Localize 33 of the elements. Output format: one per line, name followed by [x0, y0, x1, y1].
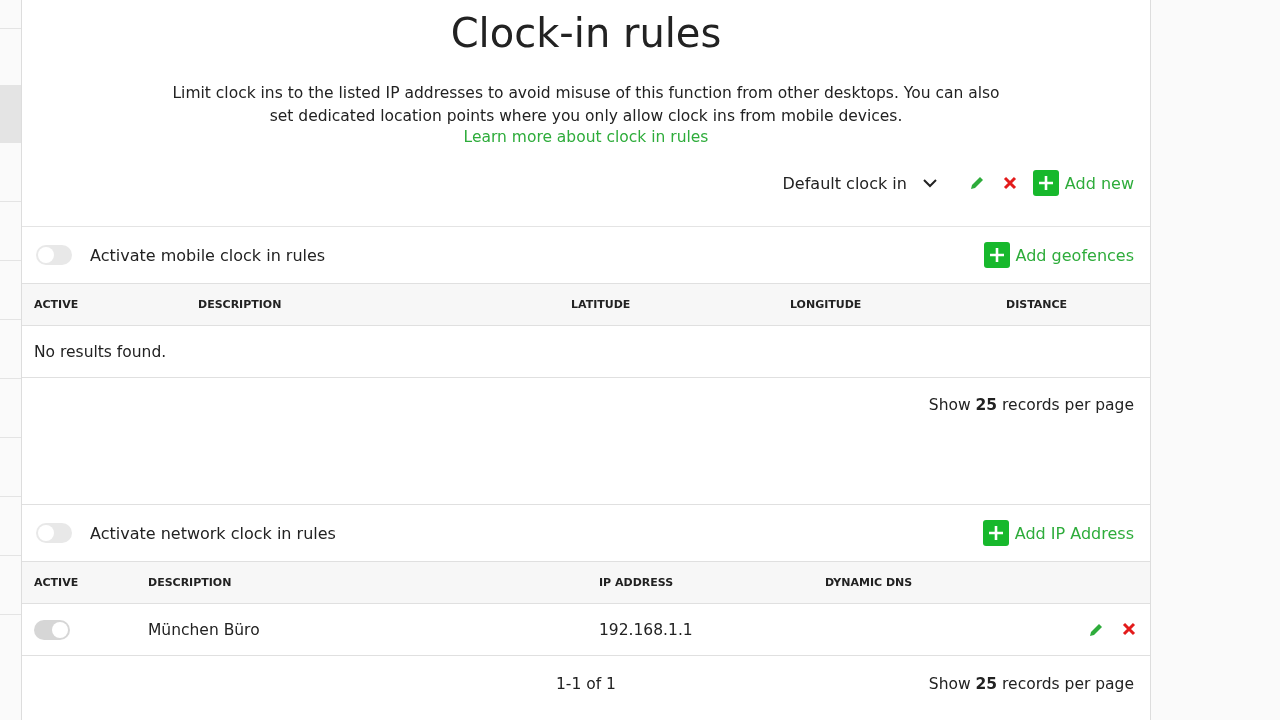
- column-header: IP ADDRESS: [599, 576, 675, 589]
- add-new-button[interactable]: Add new: [1032, 170, 1134, 196]
- column-header: DESCRIPTION: [148, 576, 233, 589]
- chevron-down-icon: [922, 178, 937, 188]
- column-header: DESCRIPTION: [198, 298, 283, 311]
- close-icon: [1002, 176, 1017, 190]
- column-header: LONGITUDE: [790, 298, 863, 311]
- toggle-label: Activate mobile clock in rules: [90, 245, 326, 265]
- profile-dropdown[interactable]: Default clock in: [776, 172, 943, 194]
- toggle-label: Activate network clock in rules: [90, 523, 336, 543]
- column-header: LATITUDE: [571, 298, 632, 311]
- column-header: DISTANCE: [1006, 298, 1069, 311]
- table-cell-text: 192.168.1.1: [599, 620, 694, 639]
- column-header: ACTIVE: [34, 298, 80, 311]
- row-toggle[interactable]: [34, 619, 70, 640]
- plus-icon: [983, 242, 1010, 268]
- plus-icon: [1032, 170, 1059, 196]
- pagination-info: 1-1 of 1: [556, 675, 616, 693]
- empty-message: No results found.: [34, 342, 168, 361]
- pencil-icon: [1088, 621, 1104, 638]
- column-header: DYNAMIC DNS: [825, 576, 914, 589]
- page-title: Clock-in rules: [449, 10, 723, 56]
- add-button[interactable]: Add IP Address: [982, 520, 1134, 546]
- records-per-page[interactable]: Show 25 records per page: [928, 396, 1134, 414]
- records-per-page[interactable]: Show 25 records per page: [928, 675, 1134, 693]
- learn-more-link[interactable]: Learn more about clock in rules: [22, 128, 1150, 146]
- add-button[interactable]: Add geofences: [983, 242, 1134, 268]
- plus-icon: [982, 520, 1009, 546]
- column-header: ACTIVE: [34, 576, 80, 589]
- table-cell-text: München Büro: [148, 620, 261, 639]
- intro-text: Limit clock ins to the listed IP addresses to avoid misuse of this function from other desktops. You can also set dedicated location points where you only allow clock ins from mobile devices.: [171, 83, 1001, 127]
- pencil-icon: [968, 175, 985, 191]
- close-icon: [1122, 621, 1136, 636]
